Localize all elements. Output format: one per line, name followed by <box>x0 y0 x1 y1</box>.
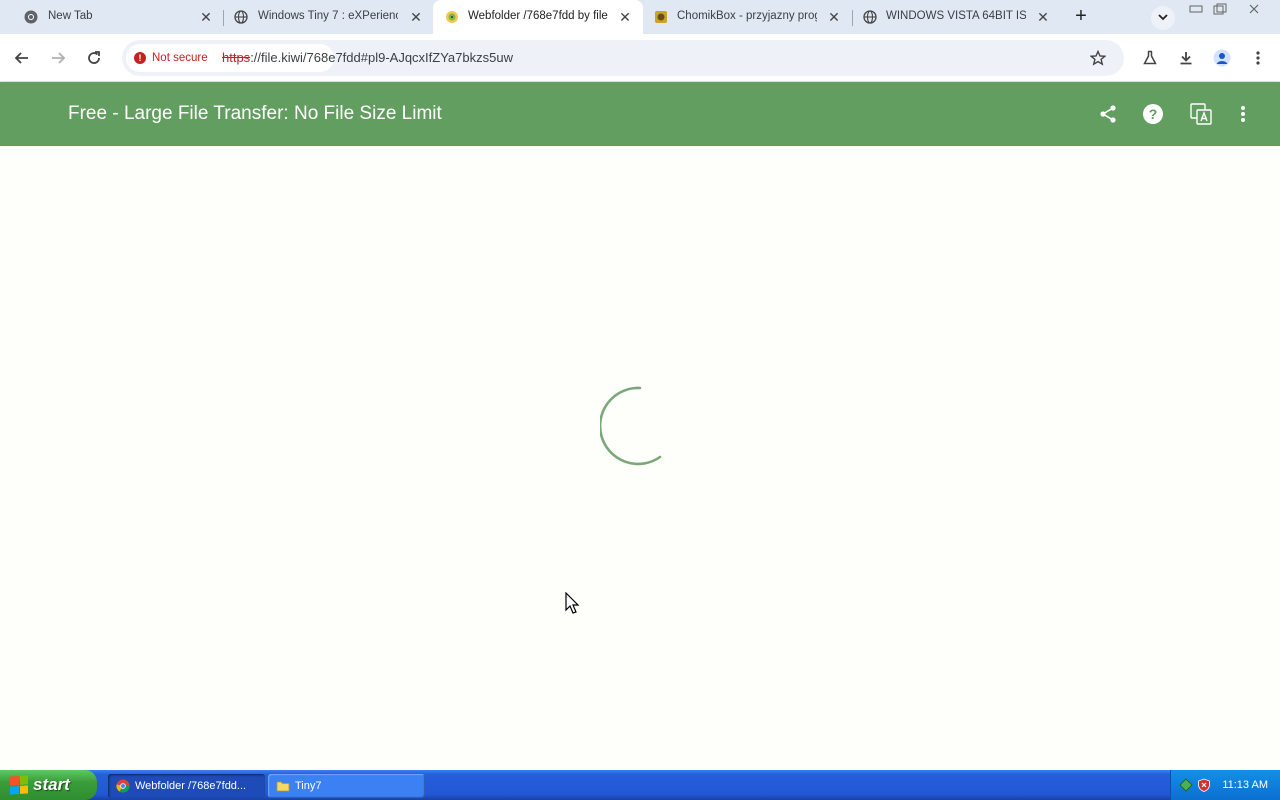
bookmark-star-icon[interactable] <box>1088 48 1108 68</box>
windows-flag-icon <box>10 775 28 795</box>
tab-title: WINDOWS VISTA 64BIT ISO <box>886 10 1026 22</box>
url-text[interactable]: https://file.kiwi/768e7fdd#pl9-AJqcxIfZY… <box>222 50 513 65</box>
loading-spinner <box>600 386 662 466</box>
tab-title: Webfolder /768e7fdd by file.kiwi <box>468 10 608 22</box>
main-content <box>0 146 1280 770</box>
new-tab-button[interactable]: + <box>1070 6 1092 28</box>
tab-new-tab[interactable]: New Tab ✕ <box>0 0 222 34</box>
chrome-icon <box>116 779 130 793</box>
page-title: Free - Large File Transfer: No File Size… <box>68 103 442 124</box>
url-path: ://file.kiwi/768e7fdd#pl9-AJqcxIfZYa7bkz… <box>250 50 513 65</box>
tab-title: New Tab <box>48 10 93 22</box>
tab-chomikbox[interactable]: ChomikBox - przyjazny program ✕ <box>644 0 852 34</box>
close-icon[interactable]: ✕ <box>825 8 843 26</box>
share-icon[interactable] <box>1096 102 1120 126</box>
close-icon[interactable]: ✕ <box>1034 8 1052 26</box>
back-button[interactable] <box>10 46 34 70</box>
network-icon[interactable] <box>1179 778 1193 792</box>
security-chip-label: Not secure <box>152 52 208 64</box>
chomik-icon <box>654 10 668 24</box>
browser-menu-icon[interactable] <box>1246 46 1270 70</box>
close-icon[interactable]: ✕ <box>616 8 634 26</box>
app-header: Free - Large File Transfer: No File Size… <box>0 82 1280 146</box>
clock: 11:13 AM <box>1222 779 1268 791</box>
mouse-cursor-icon <box>565 592 580 614</box>
folder-icon <box>276 781 290 792</box>
profile-avatar-icon[interactable] <box>1210 46 1234 70</box>
window-close-button[interactable] <box>1244 2 1264 16</box>
taskbar-item-webfolder[interactable]: Webfolder /768e7fdd... <box>108 774 265 798</box>
translate-icon[interactable] <box>1189 102 1213 126</box>
globe-icon <box>234 10 248 24</box>
taskbar-item-label: Tiny7 <box>295 780 322 792</box>
minimize-button[interactable] <box>1186 2 1206 16</box>
more-vert-icon[interactable] <box>1231 102 1255 126</box>
tab-search-button[interactable] <box>1151 6 1175 30</box>
taskbar-item-tiny7[interactable]: Tiny7 <box>268 774 425 798</box>
download-icon[interactable] <box>1174 46 1198 70</box>
close-icon[interactable]: ✕ <box>197 8 215 26</box>
restore-button[interactable] <box>1210 2 1230 16</box>
warning-icon: ! <box>134 52 146 64</box>
security-shield-icon[interactable] <box>1197 778 1211 792</box>
labs-flask-icon[interactable] <box>1138 46 1162 70</box>
help-icon[interactable]: ? <box>1141 102 1165 126</box>
browser-toolbar: ! Not secure https://file.kiwi/768e7fdd#… <box>0 34 1280 82</box>
globe-icon <box>863 10 877 24</box>
forward-button[interactable] <box>46 46 70 70</box>
url-scheme: https <box>222 50 251 65</box>
tab-title: Windows Tiny 7 : eXPerience <box>258 10 398 22</box>
tab-webfolder[interactable]: Webfolder /768e7fdd by file.kiwi ✕ <box>433 0 643 34</box>
taskbar-item-label: Webfolder /768e7fdd... <box>135 780 247 792</box>
tab-windows-vista[interactable]: WINDOWS VISTA 64BIT ISO ✕ <box>853 0 1061 34</box>
chevron-down-icon <box>1158 9 1168 27</box>
address-bar[interactable]: ! Not secure https://file.kiwi/768e7fdd#… <box>122 40 1124 76</box>
tab-title: ChomikBox - przyjazny program <box>677 10 817 22</box>
chrome-icon <box>24 10 38 24</box>
kiwi-icon <box>445 10 459 24</box>
tab-strip: New Tab ✕ Windows Tiny 7 : eXPerience ✕ … <box>0 0 1280 34</box>
tab-windows-tiny[interactable]: Windows Tiny 7 : eXPerience ✕ <box>224 0 432 34</box>
taskbar: start Webfolder /768e7fdd... Tiny7 11:13… <box>0 770 1280 800</box>
close-icon[interactable]: ✕ <box>407 8 425 26</box>
system-tray: 11:13 AM <box>1170 770 1280 800</box>
start-button[interactable]: start <box>0 770 97 800</box>
svg-text:?: ? <box>1149 106 1158 122</box>
start-label: start <box>33 775 70 794</box>
reload-button[interactable] <box>82 46 106 70</box>
